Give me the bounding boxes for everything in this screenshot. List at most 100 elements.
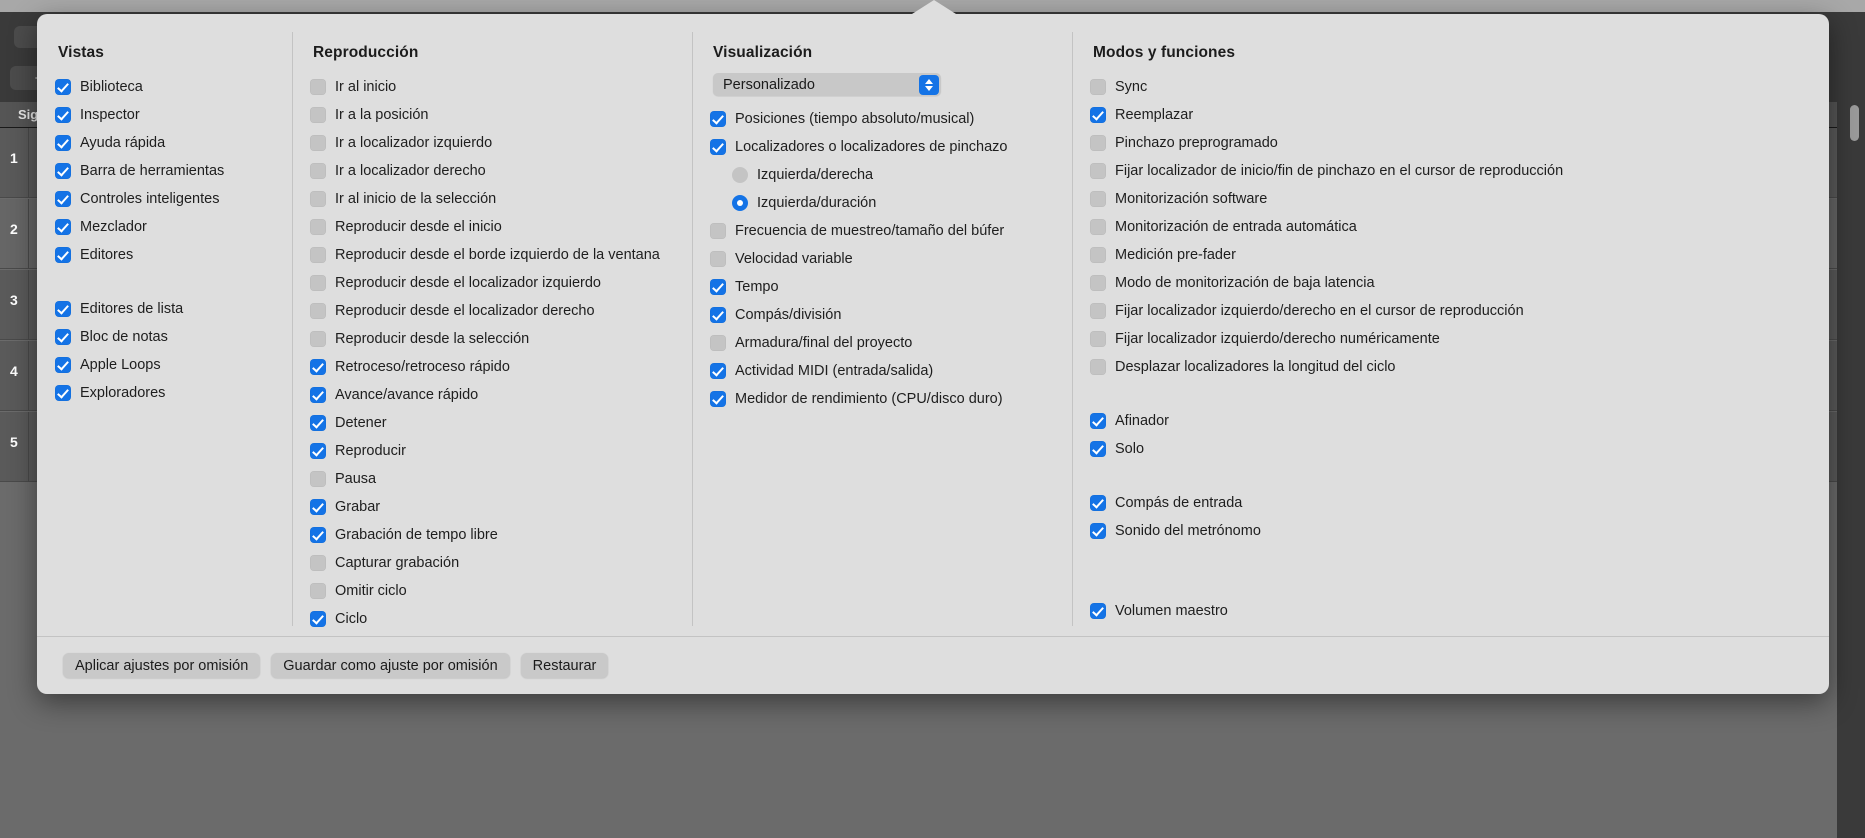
option-reproducir-desde-el-localizador-izquierdo[interactable]: Reproducir desde el localizador izquierd…: [310, 269, 678, 297]
checkbox-reproducir-desde-el-inicio[interactable]: [310, 219, 326, 235]
checkbox-fijar-localizador-numericamente[interactable]: [1090, 331, 1106, 347]
checkbox-volumen-maestro[interactable]: [1090, 603, 1106, 619]
option-velocidad-variable[interactable]: Velocidad variable: [710, 245, 1058, 273]
option-solo[interactable]: Solo: [1090, 435, 1758, 463]
option-exploradores[interactable]: Exploradores: [55, 379, 278, 407]
option-biblioteca[interactable]: Biblioteca: [55, 73, 278, 101]
option-retroceso[interactable]: Retroceso/retroceso rápido: [310, 353, 678, 381]
checkbox-tempo[interactable]: [710, 279, 726, 295]
checkbox-retroceso[interactable]: [310, 359, 326, 375]
option-compas-de-entrada[interactable]: Compás de entrada: [1090, 489, 1758, 517]
checkbox-fijar-localizador-pinchazo[interactable]: [1090, 163, 1106, 179]
checkbox-ir-al-inicio-de-la-seleccion[interactable]: [310, 191, 326, 207]
option-fijar-localizador-cursor[interactable]: Fijar localizador izquierdo/derecho en e…: [1090, 297, 1758, 325]
option-omitir-ciclo[interactable]: Omitir ciclo: [310, 577, 678, 605]
checkbox-ciclo[interactable]: [310, 611, 326, 627]
checkbox-grabar[interactable]: [310, 499, 326, 515]
option-ir-al-inicio[interactable]: Ir al inicio: [310, 73, 678, 101]
option-tempo[interactable]: Tempo: [710, 273, 1058, 301]
checkbox-monitorizacion-de-entrada-automatica[interactable]: [1090, 219, 1106, 235]
checkbox-omitir-ciclo[interactable]: [310, 583, 326, 599]
option-editores[interactable]: Editores: [55, 241, 278, 269]
restore-button[interactable]: Restaurar: [520, 653, 609, 678]
option-actividad-midi[interactable]: Actividad MIDI (entrada/salida): [710, 357, 1058, 385]
option-localizadores[interactable]: Localizadores o localizadores de pinchaz…: [710, 133, 1058, 161]
checkbox-reemplazar[interactable]: [1090, 107, 1106, 123]
option-compas-division[interactable]: Compás/división: [710, 301, 1058, 329]
option-reproducir-desde-la-seleccion[interactable]: Reproducir desde la selección: [310, 325, 678, 353]
checkbox-ayuda-rapida[interactable]: [55, 135, 71, 151]
option-reproducir-desde-el-borde-izquierdo[interactable]: Reproducir desde el borde izquierdo de l…: [310, 241, 678, 269]
checkbox-afinador[interactable]: [1090, 413, 1106, 429]
vertical-scrollbar[interactable]: [1850, 105, 1859, 141]
checkbox-monitorizacion-software[interactable]: [1090, 191, 1106, 207]
option-izquierda-duracion[interactable]: Izquierda/duración: [710, 189, 1058, 217]
option-controles-inteligentes[interactable]: Controles inteligentes: [55, 185, 278, 213]
option-detener[interactable]: Detener: [310, 409, 678, 437]
option-monitorizacion-software[interactable]: Monitorización software: [1090, 185, 1758, 213]
checkbox-desplazar-localizadores[interactable]: [1090, 359, 1106, 375]
checkbox-localizadores[interactable]: [710, 139, 726, 155]
option-mezclador[interactable]: Mezclador: [55, 213, 278, 241]
option-sonido-del-metronomo[interactable]: Sonido del metrónomo: [1090, 517, 1758, 545]
checkbox-ir-al-inicio[interactable]: [310, 79, 326, 95]
option-modo-baja-latencia[interactable]: Modo de monitorización de baja latencia: [1090, 269, 1758, 297]
checkbox-capturar-grabacion[interactable]: [310, 555, 326, 571]
option-apple-loops[interactable]: Apple Loops: [55, 351, 278, 379]
option-pinchazo-preprogramado[interactable]: Pinchazo preprogramado: [1090, 129, 1758, 157]
checkbox-actividad-midi[interactable]: [710, 363, 726, 379]
option-izquierda-derecha[interactable]: Izquierda/derecha: [710, 161, 1058, 189]
option-medicion-pre-fader[interactable]: Medición pre-fader: [1090, 241, 1758, 269]
option-reproducir[interactable]: Reproducir: [310, 437, 678, 465]
checkbox-reproducir-desde-la-seleccion[interactable]: [310, 331, 326, 347]
checkbox-frecuencia-de-muestreo[interactable]: [710, 223, 726, 239]
checkbox-pinchazo-preprogramado[interactable]: [1090, 135, 1106, 151]
checkbox-mezclador[interactable]: [55, 219, 71, 235]
option-avance[interactable]: Avance/avance rápido: [310, 381, 678, 409]
option-editores-de-lista[interactable]: Editores de lista: [55, 295, 278, 323]
checkbox-medidor-de-rendimiento[interactable]: [710, 391, 726, 407]
option-barra-de-herramientas[interactable]: Barra de herramientas: [55, 157, 278, 185]
checkbox-fijar-localizador-cursor[interactable]: [1090, 303, 1106, 319]
radio-izquierda-derecha[interactable]: [732, 167, 748, 183]
option-ciclo[interactable]: Ciclo: [310, 605, 678, 633]
checkbox-biblioteca[interactable]: [55, 79, 71, 95]
option-ir-a-la-posicion[interactable]: Ir a la posición: [310, 101, 678, 129]
checkbox-ir-a-localizador-derecho[interactable]: [310, 163, 326, 179]
option-reemplazar[interactable]: Reemplazar: [1090, 101, 1758, 129]
checkbox-armadura-final-del-proyecto[interactable]: [710, 335, 726, 351]
option-posiciones[interactable]: Posiciones (tiempo absoluto/musical): [710, 105, 1058, 133]
checkbox-reproducir-desde-el-borde-izquierdo[interactable]: [310, 247, 326, 263]
option-grabacion-de-tempo-libre[interactable]: Grabación de tempo libre: [310, 521, 678, 549]
option-pausa[interactable]: Pausa: [310, 465, 678, 493]
option-fijar-localizador-numericamente[interactable]: Fijar localizador izquierdo/derecho numé…: [1090, 325, 1758, 353]
checkbox-apple-loops[interactable]: [55, 357, 71, 373]
checkbox-reproducir-desde-el-localizador-izquierdo[interactable]: [310, 275, 326, 291]
checkbox-medicion-pre-fader[interactable]: [1090, 247, 1106, 263]
checkbox-barra-de-herramientas[interactable]: [55, 163, 71, 179]
option-bloc-de-notas[interactable]: Bloc de notas: [55, 323, 278, 351]
option-inspector[interactable]: Inspector: [55, 101, 278, 129]
option-frecuencia-de-muestreo[interactable]: Frecuencia de muestreo/tamaño del búfer: [710, 217, 1058, 245]
checkbox-modo-baja-latencia[interactable]: [1090, 275, 1106, 291]
checkbox-detener[interactable]: [310, 415, 326, 431]
option-volumen-maestro[interactable]: Volumen maestro: [1090, 597, 1758, 625]
apply-defaults-button[interactable]: Aplicar ajustes por omisión: [63, 653, 261, 678]
checkbox-velocidad-variable[interactable]: [710, 251, 726, 267]
display-preset-select[interactable]: Personalizado: [713, 73, 941, 96]
option-monitorizacion-de-entrada-automatica[interactable]: Monitorización de entrada automática: [1090, 213, 1758, 241]
checkbox-posiciones[interactable]: [710, 111, 726, 127]
option-ir-a-localizador-izquierdo[interactable]: Ir a localizador izquierdo: [310, 129, 678, 157]
checkbox-compas-division[interactable]: [710, 307, 726, 323]
checkbox-editores-de-lista[interactable]: [55, 301, 71, 317]
checkbox-avance[interactable]: [310, 387, 326, 403]
checkbox-ir-a-localizador-izquierdo[interactable]: [310, 135, 326, 151]
option-desplazar-localizadores[interactable]: Desplazar localizadores la longitud del …: [1090, 353, 1758, 381]
checkbox-inspector[interactable]: [55, 107, 71, 123]
checkbox-ir-a-la-posicion[interactable]: [310, 107, 326, 123]
option-sync[interactable]: Sync: [1090, 73, 1758, 101]
option-ayuda-rapida[interactable]: Ayuda rápida: [55, 129, 278, 157]
radio-izquierda-duracion[interactable]: [732, 195, 748, 211]
checkbox-grabacion-de-tempo-libre[interactable]: [310, 527, 326, 543]
checkbox-sync[interactable]: [1090, 79, 1106, 95]
